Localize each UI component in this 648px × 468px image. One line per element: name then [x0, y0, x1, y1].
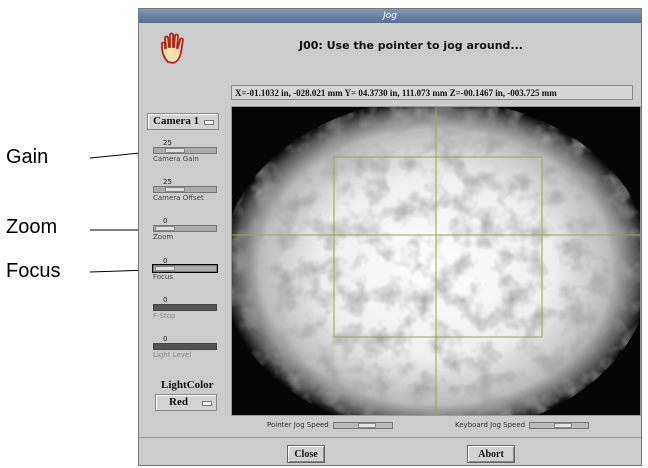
f-stop-value: 0 [163, 296, 168, 304]
slider-thumb[interactable] [165, 187, 185, 192]
camera-offset-label: Camera Offset [153, 194, 204, 202]
slider-thumb[interactable] [155, 226, 175, 231]
camera-gain-slider-group: 25 Camera Gain [153, 139, 223, 163]
coordinate-readout: X=-01.1032 in, -028.021 mm Y= 04.3730 in… [231, 85, 633, 100]
focus-label: Focus [153, 273, 173, 281]
option-menu-indicator-icon [204, 120, 214, 125]
pointer-jog-speed-label: Pointer Jog Speed [267, 421, 329, 429]
keyboard-jog-speed-group: Keyboard Jog Speed [455, 421, 590, 429]
focus-slider-group: 0 Focus [152, 257, 223, 281]
close-button[interactable]: Close [287, 445, 325, 463]
slider-thumb[interactable] [155, 266, 175, 271]
callout-focus-label: Focus [6, 260, 61, 282]
hand-icon [159, 32, 189, 64]
light-level-value: 0 [163, 335, 168, 343]
keyboard-jog-speed-label: Keyboard Jog Speed [455, 421, 526, 429]
camera-image[interactable] [232, 107, 640, 415]
abort-button[interactable]: Abort [467, 445, 515, 463]
f-stop-slider [153, 304, 217, 311]
f-stop-slider-group: 0 F-Stop [153, 296, 223, 320]
light-level-label: Light Level [153, 351, 192, 359]
light-color-label: LightColor [161, 379, 214, 391]
slider-thumb[interactable] [165, 148, 185, 153]
camera-offset-slider[interactable] [153, 186, 217, 193]
camera-select-value: Camera 1 [153, 115, 200, 127]
button-bar: Close Abort [139, 437, 641, 466]
zoom-label: Zoom [153, 233, 174, 241]
camera-view[interactable] [231, 106, 641, 416]
jog-window: Jog J00: Use the pointer to jog around..… [138, 8, 642, 466]
light-level-slider-group: 0 Light Level [153, 335, 223, 359]
pointer-jog-speed-slider[interactable] [332, 421, 393, 429]
light-color-value: Red [169, 396, 188, 408]
focus-value: 0 [163, 257, 168, 265]
camera-gain-value: 25 [163, 139, 172, 147]
callout-gain-label: Gain [6, 146, 49, 168]
option-menu-indicator-icon [202, 401, 212, 406]
focus-slider[interactable] [152, 264, 218, 273]
zoom-slider[interactable] [153, 225, 217, 232]
pointer-jog-speed-group: Pointer Jog Speed [267, 421, 393, 429]
camera-gain-label: Camera Gain [153, 155, 199, 163]
slider-thumb[interactable] [554, 422, 573, 428]
zoom-value: 0 [163, 217, 168, 225]
camera-gain-slider[interactable] [153, 147, 217, 154]
camera-offset-value: 25 [163, 178, 172, 186]
f-stop-label: F-Stop [153, 312, 176, 320]
zoom-slider-group: 0 Zoom [153, 217, 223, 241]
light-level-slider [153, 343, 217, 350]
camera-select[interactable]: Camera 1 [147, 113, 219, 130]
keyboard-jog-speed-slider[interactable] [529, 421, 590, 429]
callout-zoom-label: Zoom [6, 216, 58, 238]
window-titlebar[interactable]: Jog [139, 9, 641, 23]
instruction-text: J00: Use the pointer to jog around... [299, 39, 523, 52]
camera-offset-slider-group: 25 Camera Offset [153, 178, 223, 202]
slider-thumb[interactable] [357, 422, 376, 428]
light-color-select[interactable]: Red [155, 394, 217, 411]
